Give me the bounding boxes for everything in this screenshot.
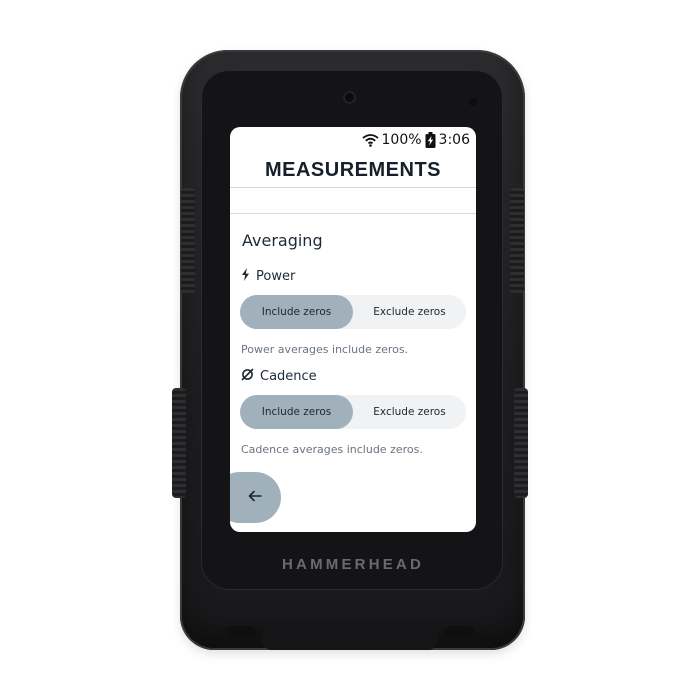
wifi-icon [361, 133, 379, 147]
power-include-zeros-option[interactable]: Include zeros [240, 295, 353, 329]
clock: 3:06 [438, 132, 470, 148]
ambient-light-sensor [343, 91, 356, 104]
device-screen: 100% 3:06 MEASUREMENTS Averaging Power I… [230, 127, 476, 532]
indicator-light [469, 98, 477, 106]
mount-base [262, 624, 438, 650]
section-divider [230, 213, 476, 214]
side-button-right-bottom[interactable] [514, 388, 528, 498]
lightning-bolt-icon [241, 268, 250, 285]
cadence-description: Cadence averages include zeros. [241, 443, 423, 456]
back-button[interactable] [230, 472, 281, 523]
cadence-averaging-toggle: Include zeros Exclude zeros [240, 395, 466, 429]
battery-level: 100% [381, 132, 422, 148]
arrow-left-icon [248, 490, 262, 505]
section-title-averaging: Averaging [242, 231, 323, 250]
power-averaging-toggle: Include zeros Exclude zeros [240, 295, 466, 329]
power-setting-label: Power [241, 268, 295, 285]
side-button-right-top[interactable] [510, 188, 524, 294]
power-label-text: Power [256, 269, 296, 284]
cadence-setting-label: Cadence [241, 368, 317, 385]
battery-charging-icon [425, 132, 436, 148]
side-button-left-bottom[interactable] [172, 388, 186, 498]
mount-slot-left [226, 626, 256, 638]
page-title: MEASUREMENTS [264, 159, 441, 181]
status-bar: 100% 3:06 [361, 130, 470, 150]
cadence-include-zeros-option[interactable]: Include zeros [240, 395, 353, 429]
brand-logo: HAMMERHEAD [282, 556, 424, 573]
cadence-slash-circle-icon [241, 368, 254, 385]
cadence-label-text: Cadence [260, 369, 317, 384]
cadence-exclude-zeros-option[interactable]: Exclude zeros [353, 395, 466, 429]
power-description: Power averages include zeros. [241, 343, 409, 356]
side-button-left-top[interactable] [181, 188, 195, 294]
header-divider [230, 187, 476, 188]
mount-slot-right [444, 626, 474, 638]
power-exclude-zeros-option[interactable]: Exclude zeros [353, 295, 466, 329]
